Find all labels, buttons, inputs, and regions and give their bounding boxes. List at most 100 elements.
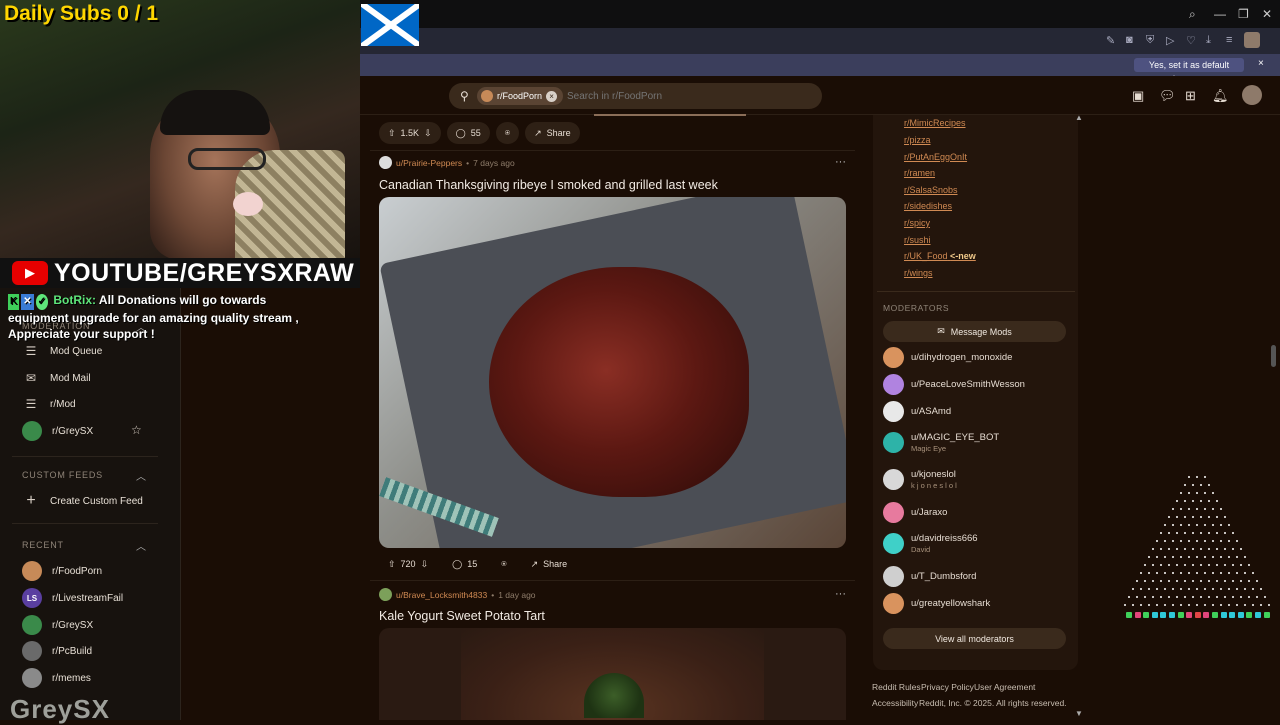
minimize-icon[interactable]: — [1214, 7, 1226, 21]
award-button[interactable]: ⍟ [495, 122, 520, 144]
related-sub-link[interactable]: r/SalsaSnobs [904, 185, 958, 195]
advertise-icon[interactable]: ▣ [1132, 88, 1144, 104]
related-sub-link[interactable]: r/sidedishes [904, 201, 952, 211]
related-sub-link[interactable]: r/MimicRecipes [904, 118, 966, 128]
vote-control[interactable]: ⇧ 1.5K ⇩ [379, 122, 441, 144]
reddit-rules-link[interactable]: Reddit Rules [872, 682, 921, 692]
user-avatar-icon[interactable] [379, 156, 392, 169]
award-button[interactable]: ⍟ [492, 553, 515, 575]
edit-icon[interactable]: ✎ [1106, 34, 1115, 47]
related-sub-link[interactable]: r/ramen [904, 168, 935, 178]
play-icon[interactable]: ▷ [1166, 34, 1174, 47]
plinko-peg [1184, 564, 1186, 566]
moderator-row[interactable]: u/dihydrogen_monoxide [883, 347, 1012, 368]
upvote-icon[interactable]: ⇧ [388, 128, 396, 139]
shield-icon[interactable]: ⛨ [1146, 34, 1154, 47]
vote-control[interactable]: ⇧ 720 ⇩ [379, 553, 437, 575]
nav-mod-queue[interactable]: ☰ Mod Queue [22, 342, 103, 360]
downvote-icon[interactable]: ⇩ [421, 559, 429, 570]
moderator-row[interactable]: u/Jaraxo [883, 502, 947, 523]
download-icon[interactable]: ⤓ [1206, 34, 1211, 47]
plinko-peg [1220, 540, 1222, 542]
search-input[interactable] [567, 88, 817, 104]
nav-mod-mail[interactable]: ✉ Mod Mail [22, 369, 91, 387]
comments-button[interactable]: ◯ 55 [446, 122, 490, 144]
notifications-icon[interactable]: 🔔︎ [1212, 88, 1229, 104]
set-default-browser-button[interactable]: Yes, set it as default browser [1134, 58, 1244, 84]
heart-icon[interactable]: ♡ [1186, 34, 1196, 47]
view-all-moderators-button[interactable]: View all moderators [883, 628, 1066, 649]
related-sub-link[interactable]: r/spicy [904, 218, 930, 228]
plinko-peg [1180, 588, 1182, 590]
create-custom-feed[interactable]: + Create Custom Feed [22, 492, 143, 510]
related-sub-link-uk-food[interactable]: r/UK_Food <-new [904, 251, 976, 261]
moderator-row[interactable]: u/ASAmd [883, 401, 951, 422]
favorite-star-icon[interactable]: ☆ [131, 423, 142, 437]
recent-collapse-icon[interactable]: ︿ [136, 538, 146, 553]
upvote-icon[interactable]: ⇧ [388, 559, 396, 570]
recent-item[interactable]: r/PcBuild [22, 641, 92, 661]
more-options-icon[interactable]: ··· [835, 588, 846, 600]
create-post-icon[interactable]: ⊞ [1185, 88, 1196, 104]
moderator-row[interactable]: u/kjoneslol k j o n e s l o l [883, 469, 957, 490]
share-button[interactable]: ↗ Share [522, 553, 577, 575]
related-sub-link[interactable]: r/PutAnEggOnIt [904, 152, 967, 162]
clear-chip-icon[interactable]: × [546, 90, 558, 102]
plinko-bucket [1246, 612, 1253, 618]
menu-icon[interactable]: ≡ [1226, 34, 1232, 46]
post-image-ribeye[interactable] [379, 197, 846, 548]
recent-item[interactable]: r/memes [22, 668, 91, 688]
more-options-icon[interactable]: ··· [835, 156, 846, 168]
youtube-banner-text: YOUTUBE/GREYSXRAW [54, 258, 355, 287]
moderator-row[interactable]: u/MAGIC_EYE_BOT Magic Eye [883, 432, 999, 453]
plinko-peg [1188, 540, 1190, 542]
vote-count: 720 [400, 559, 416, 569]
camera-icon[interactable]: ◙ [1126, 34, 1133, 46]
post-author[interactable]: u/Brave_Locksmith4833 [396, 590, 487, 600]
share-button[interactable]: ↗ Share [525, 122, 580, 144]
privacy-policy-link[interactable]: Privacy Policy [921, 682, 974, 692]
moderator-row[interactable]: u/davidreiss666 David [883, 533, 978, 554]
custom-feeds-collapse-icon[interactable]: ︿ [136, 468, 146, 483]
nav-r-mod[interactable]: ☰ r/Mod [22, 395, 76, 413]
user-agreement-link[interactable]: User Agreement [974, 682, 1035, 692]
accessibility-link[interactable]: Accessibility [872, 698, 918, 708]
message-mods-button[interactable]: ✉ Message Mods [883, 321, 1066, 342]
post-image-tart[interactable] [379, 628, 846, 720]
post-author[interactable]: u/Prairie-Peppers [396, 158, 462, 168]
search-community-chip[interactable]: r/FoodPorn × [477, 87, 564, 105]
browser-search-icon[interactable]: ⌕ [1189, 7, 1196, 22]
browser-profile-icon[interactable] [1244, 32, 1260, 48]
moderator-row[interactable]: u/T_Dumbsford [883, 566, 976, 587]
user-avatar-icon[interactable] [379, 588, 392, 601]
post-title[interactable]: Kale Yogurt Sweet Potato Tart [379, 609, 545, 623]
scroll-down-icon[interactable]: ▼ [1075, 709, 1083, 718]
post-title[interactable]: Canadian Thanksgiving ribeye I smoked an… [379, 178, 718, 192]
moderator-flair: David [911, 545, 931, 554]
related-sub-link[interactable]: r/pizza [904, 135, 931, 145]
close-window-icon[interactable]: ✕ [1262, 7, 1272, 21]
restore-icon[interactable]: ❐ [1238, 7, 1249, 21]
sidebar-divider [877, 291, 1075, 292]
recent-item[interactable]: LS r/LivestreamFail [22, 588, 123, 608]
nav-r-greysx[interactable]: r/GreySX [22, 421, 93, 441]
moderator-row[interactable]: u/PeaceLoveSmithWesson [883, 374, 1025, 395]
scroll-up-icon[interactable]: ▲ [1075, 113, 1083, 122]
related-sub-link[interactable]: r/wings [904, 268, 933, 278]
related-sub-link[interactable]: r/sushi [904, 235, 931, 245]
page-scrollbar-thumb[interactable] [1271, 345, 1276, 367]
recent-item[interactable]: r/FoodPorn [22, 561, 102, 581]
comments-button[interactable]: ◯ 15 [443, 553, 486, 575]
downvote-icon[interactable]: ⇩ [424, 128, 432, 139]
plinko-peg [1200, 516, 1202, 518]
recent-item[interactable]: r/GreySX [22, 615, 93, 635]
plinko-peg [1228, 588, 1230, 590]
plinko-peg [1216, 580, 1218, 582]
plinko-peg [1156, 604, 1158, 606]
plinko-peg [1200, 532, 1202, 534]
moderator-row[interactable]: u/greatyellowshark [883, 593, 990, 614]
chat-icon[interactable]: 💬︎ [1159, 88, 1176, 104]
dismiss-default-icon[interactable]: × [1258, 58, 1264, 69]
plinko-peg [1156, 540, 1158, 542]
user-avatar[interactable] [1242, 85, 1262, 105]
